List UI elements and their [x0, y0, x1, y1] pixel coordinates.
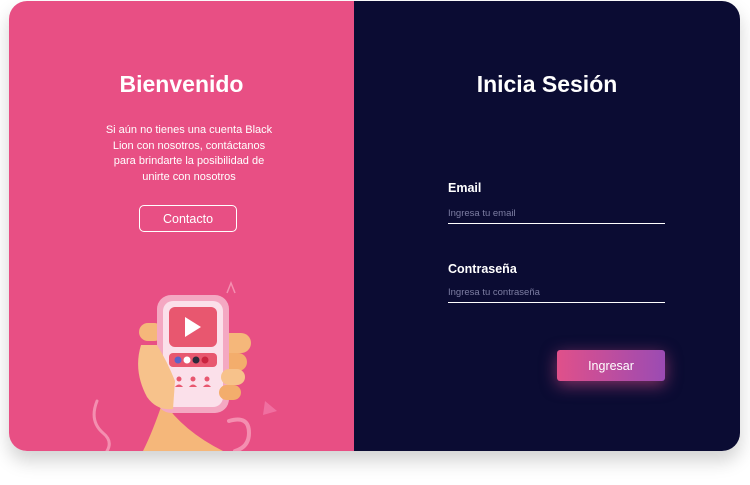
welcome-panel: Bienvenido Si aún no tienes una cuenta B…: [9, 1, 354, 451]
login-panel: Inicia Sesión Email Contraseña Ingresar: [354, 1, 740, 451]
login-card: Bienvenido Si aún no tienes una cuenta B…: [9, 1, 740, 451]
email-field[interactable]: [448, 203, 665, 224]
contact-button[interactable]: Contacto: [139, 205, 237, 232]
submit-button[interactable]: Ingresar: [557, 350, 665, 381]
welcome-title: Bienvenido: [119, 71, 244, 97]
hand-phone-illustration: [92, 281, 277, 451]
login-title: Inicia Sesión: [476, 71, 618, 97]
password-label: Contraseña: [448, 262, 517, 276]
password-field[interactable]: [448, 282, 665, 303]
email-label: Email: [448, 181, 482, 195]
welcome-text: Si aún no tienes una cuenta Black Lion c…: [105, 124, 273, 183]
